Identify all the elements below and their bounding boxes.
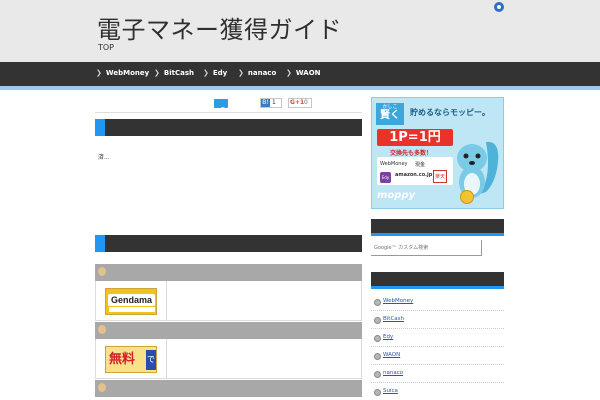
chevron-right-icon: ❯ [203,69,209,77]
global-nav: ❯ WebMoney ❯ BitCash ❯ Edy ❯ nanaco ❯ WAON [0,62,600,86]
chevron-right-icon: ❯ [154,69,160,77]
bullet-icon [374,353,381,360]
chevron-right-icon: ❯ [238,69,244,77]
nav-item-bitcash[interactable]: ❯ BitCash [154,69,194,77]
ad-tag: かしこ 賢く [376,103,404,125]
search-input[interactable] [371,240,481,255]
sidebar-link-suica[interactable]: Suica [371,383,504,400]
bullet-icon [374,299,381,306]
ranking-row-header [95,264,362,281]
section-heading-bar [95,119,362,136]
chevron-right-icon: ❯ [286,69,292,77]
post-excerpt: 済... [98,154,110,161]
ranking-row: Gendama [95,281,362,321]
ranking-row: 無料 で [95,339,362,379]
twitter-share-button[interactable] [214,99,228,112]
sidebar-link-webmoney[interactable]: WebMoney [371,293,504,311]
gendama-banner[interactable]: Gendama [105,288,157,315]
nav-underline [0,86,600,90]
breadcrumb[interactable]: TOP [98,43,114,52]
bullet-icon [374,371,381,378]
ranking-row-header [95,380,362,397]
gplus-count: 0 [304,99,308,106]
muryou-banner[interactable]: 無料 で [105,346,157,373]
site-title[interactable]: 電子マネー獲得ガイド [97,10,342,45]
sidebar-link-waon[interactable]: WAON [371,347,504,365]
hatena-bookmark-button[interactable]: B! 1 [260,98,282,108]
bullet-icon [374,317,381,324]
medal-icon [98,325,106,334]
heading-accent-2 [95,235,105,252]
nav-item-nanaco[interactable]: ❯ nanaco [238,69,276,77]
moppy-ad-banner[interactable]: かしこ 賢く 貯めるならモッピー。 1P=1円 交換先も多数！ WebMoney… [371,97,504,209]
heading-accent [95,119,105,136]
ad-logos: WebMoney 現金 Edy amazon.co.jp 楽天 [377,157,453,185]
sidebar-link-bitcash[interactable]: BitCash [371,311,504,329]
sidebar-link-edy[interactable]: Edy [371,329,504,347]
gplus-label: G+1 [290,99,305,106]
medal-icon [98,383,106,392]
chevron-right-icon: ❯ [96,69,102,77]
sidebar-link-nanaco[interactable]: nanaco [371,365,504,383]
ranking-row-header [95,322,362,339]
hatena-count: 1 [272,99,276,106]
bullet-icon [374,335,381,342]
medal-icon [98,267,106,276]
rss-icon[interactable] [494,2,504,12]
coin-icon [460,190,474,204]
hatena-icon: B! [261,99,270,107]
nav-item-webmoney[interactable]: ❯ WebMoney [96,69,149,77]
search-box[interactable] [371,240,482,256]
bullet-icon [374,389,381,396]
section-heading-bar-2 [95,235,362,252]
nav-item-waon[interactable]: ❯ WAON [286,69,321,77]
share-divider [95,112,362,113]
ranking-list: Gendama 無料 で [95,264,362,400]
gplus-button[interactable]: G+1 0 [288,98,312,108]
nav-item-edy[interactable]: ❯ Edy [203,69,227,77]
